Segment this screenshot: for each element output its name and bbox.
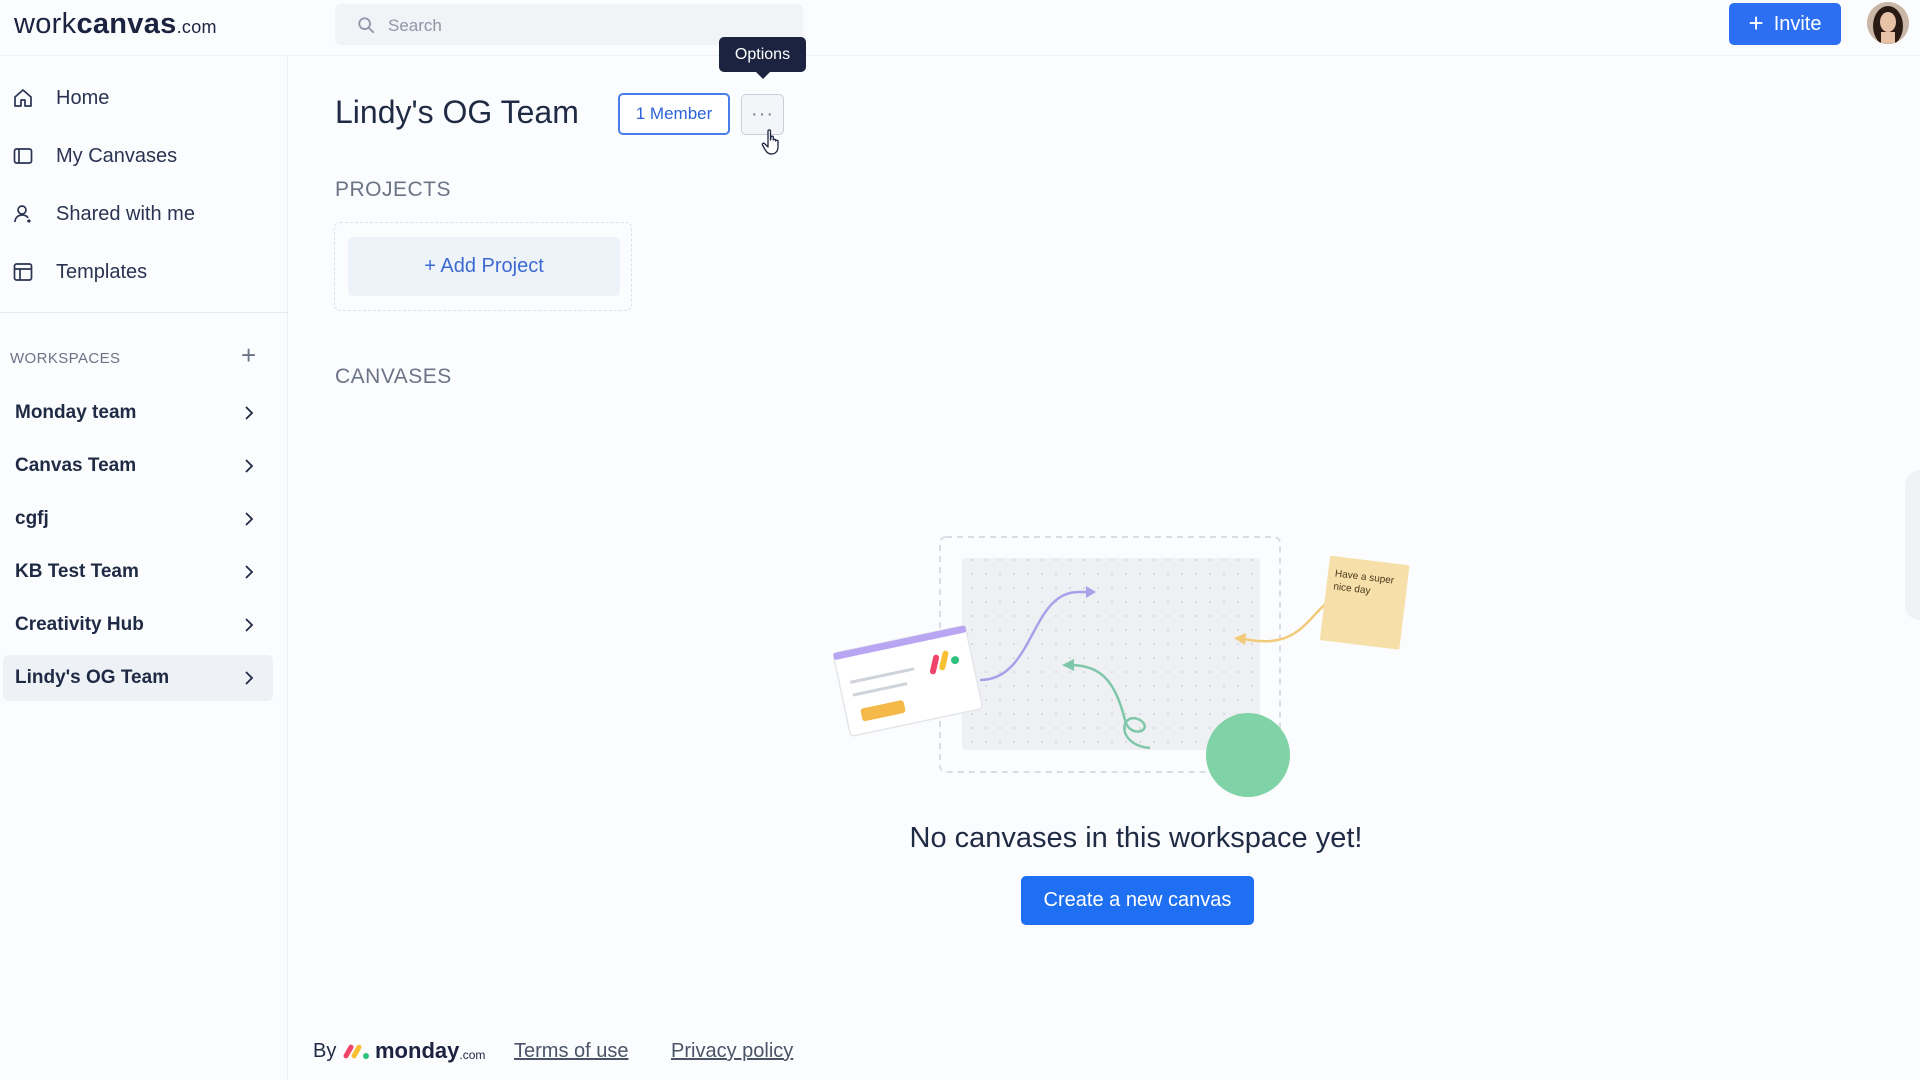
nav-shared-with-me[interactable]: Shared with me bbox=[0, 190, 288, 238]
nav-my-canvases[interactable]: My Canvases bbox=[0, 132, 288, 180]
top-bar: workcanvas.com Search + Invite bbox=[0, 0, 1920, 56]
empty-state-message: No canvases in this workspace yet! bbox=[909, 822, 1363, 854]
logo-suffix: .com bbox=[176, 17, 217, 37]
nav-templates-label: Templates bbox=[56, 260, 148, 283]
workspace-item-monday-team[interactable]: Monday team bbox=[3, 390, 273, 436]
workspace-label: Canvas Team bbox=[15, 455, 137, 476]
workspace-label: cgfj bbox=[15, 508, 49, 529]
nav-templates[interactable]: Templates bbox=[0, 248, 288, 296]
nav-home[interactable]: Home bbox=[0, 74, 288, 122]
search-icon bbox=[358, 17, 375, 34]
hand-cursor-icon bbox=[761, 129, 779, 155]
home-icon bbox=[14, 89, 32, 107]
workcanvas-logo[interactable]: workcanvas.com bbox=[14, 8, 217, 41]
footer-by-label: By bbox=[313, 1040, 337, 1062]
search-placeholder: Search bbox=[388, 16, 442, 35]
workspace-item-lindys-og-team[interactable]: Lindy's OG Team bbox=[3, 655, 273, 701]
add-project-button[interactable]: + Add Project bbox=[348, 237, 620, 296]
workspace-item-creativity-hub[interactable]: Creativity Hub bbox=[3, 602, 273, 648]
side-panel-handle[interactable] bbox=[1905, 470, 1920, 620]
chevron-right-icon bbox=[245, 618, 254, 632]
logo-word-bold: canvas bbox=[76, 8, 177, 40]
workspace-label: Monday team bbox=[15, 402, 137, 423]
invite-label: Invite bbox=[1773, 12, 1822, 35]
workspace-label: KB Test Team bbox=[15, 561, 139, 582]
monday-mark-icon bbox=[343, 1044, 369, 1059]
user-avatar[interactable] bbox=[1867, 2, 1909, 44]
canvas-icon bbox=[13, 148, 33, 164]
sidebar-divider bbox=[0, 312, 288, 313]
chevron-right-icon bbox=[245, 459, 254, 473]
workspaces-heading: WORKSPACES bbox=[10, 350, 121, 367]
more-dots-icon: ··· bbox=[751, 103, 774, 125]
options-tooltip: Options bbox=[719, 37, 806, 79]
plus-icon: + bbox=[1748, 8, 1764, 38]
invite-button[interactable]: + Invite bbox=[1729, 3, 1841, 45]
logo-word-light: work bbox=[14, 8, 77, 40]
template-icon bbox=[13, 263, 33, 281]
nav-shared-label: Shared with me bbox=[56, 202, 195, 225]
monday-logo[interactable]: monday .com bbox=[343, 1037, 485, 1065]
terms-of-use-link[interactable]: Terms of use bbox=[514, 1040, 628, 1063]
privacy-policy-link[interactable]: Privacy policy bbox=[671, 1040, 793, 1063]
chevron-right-icon bbox=[245, 406, 254, 420]
canvases-heading: CANVASES bbox=[335, 365, 452, 388]
nav-my-canvases-label: My Canvases bbox=[56, 144, 178, 167]
person-icon bbox=[14, 205, 32, 224]
workspace-item-kb-test-team[interactable]: KB Test Team bbox=[3, 549, 273, 595]
add-workspace-button[interactable]: + bbox=[241, 340, 256, 371]
members-button[interactable]: 1 Member bbox=[618, 93, 730, 135]
workspace-item-canvas-team[interactable]: Canvas Team bbox=[3, 443, 273, 489]
empty-canvas-illustration: Have a supernice day bbox=[832, 536, 1410, 797]
avatar-image bbox=[1867, 2, 1909, 44]
sidebar: Home My Canvases Shared with me Template… bbox=[0, 56, 288, 1080]
workspace-item-cgfj[interactable]: cgfj bbox=[3, 496, 273, 542]
workspace-label: Lindy's OG Team bbox=[15, 667, 170, 688]
chevron-right-icon bbox=[245, 671, 254, 685]
monday-wordmark: monday bbox=[375, 1038, 460, 1063]
monday-wordmark-suffix: .com bbox=[459, 1048, 486, 1062]
create-canvas-button[interactable]: Create a new canvas bbox=[1021, 876, 1254, 925]
nav-home-label: Home bbox=[56, 86, 110, 109]
chevron-right-icon bbox=[245, 565, 254, 579]
workspace-label: Creativity Hub bbox=[15, 614, 144, 635]
page-title: Lindy's OG Team bbox=[335, 94, 579, 130]
projects-heading: PROJECTS bbox=[335, 178, 452, 201]
chevron-right-icon bbox=[245, 512, 254, 526]
